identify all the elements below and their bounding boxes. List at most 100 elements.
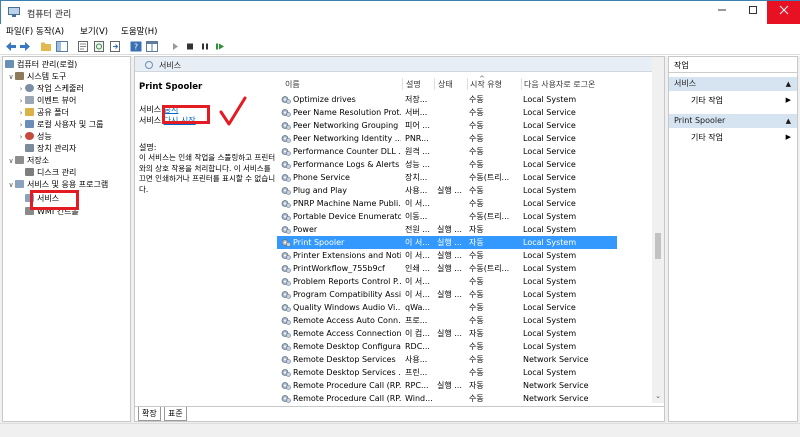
table-row[interactable]: Performance Logs & Alerts 성능 ... 수동 Local S… <box>277 158 617 171</box>
service-gear-icon <box>281 96 291 104</box>
column-divider[interactable] <box>467 78 468 90</box>
service-name: Portable Device Enumerato... <box>293 212 401 221</box>
tree-node-system-tools[interactable]: ∨ 시스템 도구 <box>7 71 66 83</box>
table-row[interactable]: Peer Networking Identity ... PNR... 수동 Loca… <box>277 132 617 145</box>
menu-view[interactable]: 보기(V) <box>80 25 108 37</box>
table-row[interactable]: Remote Desktop Services ... 프린... 수동 Local … <box>277 366 617 379</box>
view-details-icon[interactable] <box>146 41 158 52</box>
table-row[interactable]: Problem Reports Control P... 이 서... 수동 Loca… <box>277 275 617 288</box>
column-header-description[interactable]: 설명 <box>406 79 421 90</box>
table-row[interactable]: Printer Extensions and Noti... 이 서... 실행 .… <box>277 249 617 262</box>
close-button[interactable] <box>767 1 800 24</box>
table-row[interactable]: Remote Procedure Call (RP... RPC... 실행 ...… <box>277 379 617 392</box>
service-description-cell: 이 서... <box>405 251 430 260</box>
service-status: 실행 ... <box>437 251 462 260</box>
chevron-right-icon[interactable]: › <box>17 95 25 107</box>
table-row[interactable]: Remote Desktop Services 사용... 수동 Network Se… <box>277 353 617 366</box>
actions-section-services[interactable]: 서비스 ▲ <box>669 77 797 91</box>
service-log-on-as: Local Service <box>523 199 576 208</box>
table-row[interactable]: PNRP Machine Name Publi... 이 서... 수동 Local … <box>277 197 617 210</box>
tree-node-disk-management[interactable]: 디스크 관리 <box>17 167 76 179</box>
tree-node-computer-management[interactable]: 컴퓨터 관리(로컬) <box>5 59 77 71</box>
service-startup-type: 수동 <box>469 251 484 260</box>
chevron-right-icon[interactable]: › <box>17 83 25 95</box>
scrollbar-thumb[interactable] <box>655 233 661 259</box>
table-row[interactable]: Remote Desktop Configura... RDC... 수동 Local… <box>277 340 617 353</box>
chevron-down-icon[interactable]: ∨ <box>7 71 15 83</box>
show-hide-tree-icon[interactable] <box>56 41 68 52</box>
table-row[interactable]: Optimize drives 저장... 수동 Local System <box>277 93 617 106</box>
tree-node-event-viewer[interactable]: › 이벤트 뷰어 <box>17 95 76 107</box>
maximize-button[interactable] <box>736 1 770 24</box>
actions-section-print-spooler[interactable]: Print Spooler ▲ <box>669 114 797 128</box>
table-row[interactable]: Phone Service 장치... 수동(트리... Local Service <box>277 171 617 184</box>
chevron-right-icon[interactable]: › <box>17 119 25 131</box>
tree-node-performance[interactable]: › 성능 <box>17 131 52 143</box>
minimize-button[interactable] <box>705 1 739 24</box>
collapse-up-icon[interactable]: ▲ <box>786 114 791 128</box>
vertical-scrollbar[interactable]: ⌄ <box>652 57 664 403</box>
menu-action[interactable]: 동작(A) <box>36 25 64 37</box>
stop-service-icon[interactable] <box>184 41 196 52</box>
column-header-log-on-as[interactable]: 다음 사용자로 로그온 <box>524 79 595 90</box>
column-divider[interactable] <box>402 78 403 90</box>
tree-node-storage[interactable]: ∨ 저장소 <box>7 155 49 167</box>
table-row[interactable]: Remote Access Auto Conn... 프로... 수동 Local S… <box>277 314 617 327</box>
more-actions-services[interactable]: 기타 작업 ▶ <box>669 94 797 107</box>
tree-node-shared-folders[interactable]: › 공유 폴더 <box>17 107 69 119</box>
chevron-down-icon[interactable]: ∨ <box>7 155 15 167</box>
properties-icon[interactable] <box>77 41 89 52</box>
table-row[interactable]: Quality Windows Audio Vi... qWa... 수동 Local… <box>277 301 617 314</box>
service-name: Problem Reports Control P... <box>293 277 401 286</box>
column-divider[interactable] <box>434 78 435 90</box>
table-row[interactable]: Power 전원 ... 실행 ... 자동 Local System <box>277 223 617 236</box>
users-icon <box>25 120 34 128</box>
table-row[interactable]: Plug and Play 사용... 실행 ... 수동 Local System <box>277 184 617 197</box>
service-description-cell: 이 서... <box>405 277 430 286</box>
pause-service-icon[interactable] <box>199 41 211 52</box>
service-description-cell: 이동... <box>405 212 428 221</box>
chevron-right-icon[interactable]: › <box>17 107 25 119</box>
column-header-startup-type[interactable]: 시작 유형 <box>470 79 502 90</box>
column-header-status[interactable]: 상태 <box>438 79 453 90</box>
scroll-down-icon[interactable]: ⌄ <box>652 390 664 402</box>
up-folder-icon[interactable] <box>40 41 52 52</box>
more-actions-print-spooler[interactable]: 기타 작업 ▶ <box>669 131 797 144</box>
table-row[interactable]: Portable Device Enumerato... 이동... 수동(트리..… <box>277 210 617 223</box>
window-title: 컴퓨터 관리 <box>27 10 72 20</box>
column-header-name[interactable]: 이름 <box>285 79 300 90</box>
table-row[interactable]: Performance Counter DLL ... 원격 ... 수동 Local… <box>277 145 617 158</box>
chevron-right-icon[interactable]: › <box>17 131 25 143</box>
menu-file[interactable]: 파일(F) <box>6 25 33 37</box>
service-log-on-as: Local System <box>523 186 577 195</box>
back-icon[interactable] <box>5 41 17 52</box>
chevron-down-icon[interactable]: ∨ <box>7 179 15 191</box>
table-row[interactable]: Print Spooler 이 서... 실행 ... 자동 Local System <box>277 236 617 249</box>
service-gear-icon <box>281 174 291 182</box>
export-list-icon[interactable] <box>109 41 121 52</box>
forward-icon[interactable] <box>19 41 31 52</box>
service-log-on-as: Local System <box>523 225 577 234</box>
tree-node-task-scheduler[interactable]: › 작업 스케줄러 <box>17 83 84 95</box>
service-startup-type: 자동 <box>469 225 484 234</box>
tree-node-local-users-groups[interactable]: › 로컬 사용자 및 그룹 <box>17 119 104 131</box>
table-row[interactable]: Peer Networking Grouping 피어 ... 수동 Local Se… <box>277 119 617 132</box>
service-gear-icon <box>281 395 291 403</box>
table-row[interactable]: Remote Access Connection... 이 컴... 실행 ... 자… <box>277 327 617 340</box>
restart-service-icon[interactable] <box>214 41 226 52</box>
table-row[interactable]: Remote Procedure Call (RP... Wind... 수동 Net… <box>277 392 617 403</box>
help-icon[interactable]: ? <box>130 41 142 52</box>
table-row[interactable]: Peer Name Resolution Prot... 서버... 수동 Local… <box>277 106 617 119</box>
table-row[interactable]: Program Compatibility Assi... 이 서... 실행 ..… <box>277 288 617 301</box>
tab-extended[interactable]: 확장 <box>138 407 161 421</box>
collapse-up-icon[interactable]: ▲ <box>786 77 791 91</box>
refresh-icon[interactable] <box>93 41 105 52</box>
table-row[interactable]: PrintWorkflow_755b9cf 인쇄 ... 실행 ... 수동(트리..… <box>277 262 617 275</box>
menu-help[interactable]: 도움말(H) <box>121 25 157 37</box>
column-divider[interactable] <box>521 78 522 90</box>
tree-node-device-manager[interactable]: 장치 관리자 <box>17 143 76 155</box>
start-service-icon[interactable] <box>169 41 181 52</box>
service-gear-icon <box>281 330 291 338</box>
service-log-on-as: Local Service <box>523 303 576 312</box>
tab-standard[interactable]: 표준 <box>164 407 187 421</box>
